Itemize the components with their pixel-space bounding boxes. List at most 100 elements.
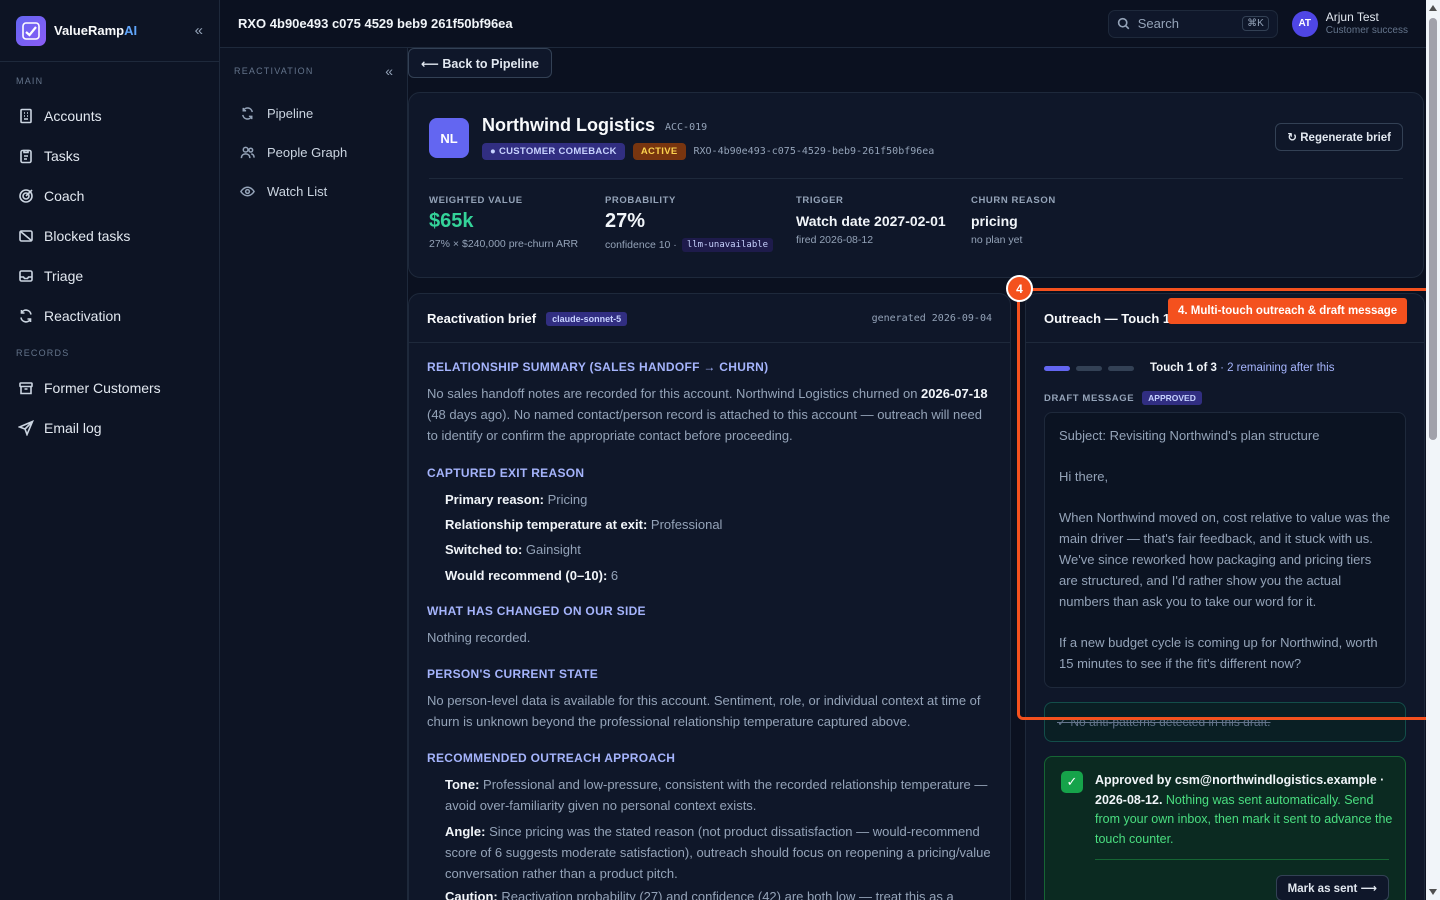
nav-accounts[interactable]: Accounts: [0, 96, 219, 136]
sub-nav-pipeline[interactable]: Pipeline: [220, 94, 407, 133]
main-section-label: MAIN: [16, 76, 44, 86]
nav-label: Reactivation: [44, 308, 122, 324]
avatar[interactable]: AT: [1291, 10, 1318, 37]
scroll-down-icon[interactable]: [1429, 889, 1437, 895]
nav-former-customers[interactable]: Former Customers: [0, 368, 219, 408]
refresh-icon: [18, 308, 34, 324]
search-shortcut: ⌘K: [1242, 16, 1269, 31]
nav-label: Triage: [44, 268, 84, 284]
search-icon: [1117, 17, 1130, 30]
archive-icon: [18, 380, 34, 396]
sub-nav-label: Watch List: [267, 184, 328, 199]
exit-reason-item: Would recommend (0–10): 6: [445, 568, 619, 583]
nav-tasks[interactable]: Tasks: [0, 136, 219, 176]
collapse-sidebar-icon[interactable]: «: [195, 22, 203, 39]
nav-label: Tasks: [44, 148, 80, 164]
section-heading: RELATIONSHIP SUMMARY (SALES HANDOFF → CH…: [427, 360, 769, 374]
account-header-card: NL Northwind Logistics ACC-019 ● CUSTOME…: [408, 92, 1424, 278]
user-role: Customer success: [1325, 24, 1408, 36]
draft-message[interactable]: Subject: Revisiting Northwind's plan str…: [1044, 412, 1406, 688]
send-icon: [18, 420, 34, 436]
nav-label: Blocked tasks: [44, 228, 131, 244]
touch-segment: [1076, 365, 1102, 371]
llm-status-tag: llm-unavailable: [681, 238, 774, 252]
approval-notice: ✓ Approved by csm@northwindlogistics.exa…: [1044, 756, 1406, 900]
exit-reason-item: Relationship temperature at exit: Profes…: [445, 517, 723, 532]
nav-reactivation[interactable]: Reactivation: [0, 296, 219, 336]
annotation-number: 4: [1006, 275, 1033, 302]
collapse-subsidebar-icon[interactable]: «: [385, 63, 393, 79]
nav-coach[interactable]: Coach: [0, 176, 219, 216]
comeback-badge: ● CUSTOMER COMEBACK: [482, 143, 625, 160]
user-menu[interactable]: AT Arjun Test Customer success: [1291, 9, 1408, 37]
check-icon: ✓: [1061, 771, 1083, 793]
annotation-label: 4. Multi-touch outreach & draft message: [1168, 298, 1408, 324]
scroll-up-icon[interactable]: [1429, 5, 1437, 11]
logo-icon[interactable]: [16, 15, 46, 46]
model-tag: claude-sonnet-5: [546, 311, 628, 326]
regenerate-brief-button[interactable]: ↻ Regenerate brief: [1275, 123, 1403, 151]
inbox-icon: [18, 268, 34, 284]
refresh-icon: [242, 107, 253, 120]
approach-item: Caution: Reactivation probability (27) a…: [445, 889, 954, 900]
page-title: RXO 4b90e493 c075 4529 beb9 261f50bf96ea: [238, 16, 513, 31]
building-icon: [18, 108, 34, 124]
touch-counter: Touch 1 of 3 · 2 remaining after this: [1150, 362, 1335, 374]
section-heading: CAPTURED EXIT REASON: [427, 466, 585, 480]
account-id: ACC-019: [665, 122, 708, 133]
draft-label: DRAFT MESSAGE: [1044, 392, 1135, 404]
nav-label: Accounts: [44, 108, 102, 124]
exit-reason-item: Primary reason: Pricing: [445, 492, 588, 507]
exit-reason-item: Switched to: Gainsight: [445, 542, 581, 557]
person-state-text: No person-level data is available for th…: [427, 693, 981, 729]
status-badge: ACTIVE: [632, 143, 686, 160]
relationship-summary: No sales handoff notes are recorded for …: [427, 386, 988, 443]
people-icon: [240, 146, 255, 159]
nav-triage[interactable]: Triage: [0, 256, 219, 296]
metric-probability: PROBABILITY 27% confidence 10 · llm-unava…: [605, 195, 774, 252]
records-section-label: RECORDS: [16, 348, 70, 358]
divider: [429, 178, 1403, 179]
brand-name: ValueRampAI: [54, 23, 138, 38]
reactivation-sidebar: REACTIVATION « Pipeline People Graph Wat…: [220, 48, 408, 900]
brand: ValueRampAI «: [0, 0, 219, 62]
back-to-pipeline-button[interactable]: ⟵ Back to Pipeline: [408, 48, 552, 78]
clipboard-icon: [18, 148, 34, 164]
draft-body: If a new budget cycle is coming up for N…: [1059, 635, 1378, 671]
approach-item: Tone: Professional and low-pressure, con…: [445, 777, 988, 813]
sub-nav-watch-list[interactable]: Watch List: [220, 172, 407, 211]
generated-date: generated 2026-09-04: [871, 313, 992, 324]
search-input[interactable]: Search ⌘K: [1107, 9, 1278, 38]
nav-email-log[interactable]: Email log: [0, 408, 219, 448]
approach-item: Angle: Since pricing was the stated reas…: [445, 824, 991, 881]
draft-greeting: Hi there,: [1059, 469, 1109, 484]
outreach-title: Outreach — Touch 1: [1044, 311, 1171, 326]
target-icon: [18, 188, 34, 204]
account-name: Northwind Logistics: [482, 115, 655, 135]
scrollbar[interactable]: [1426, 0, 1440, 900]
scroll-thumb[interactable]: [1429, 18, 1437, 440]
draft-subject: Subject: Revisiting Northwind's plan str…: [1059, 428, 1320, 443]
nav-label: Email log: [44, 420, 102, 436]
sub-nav-people-graph[interactable]: People Graph: [220, 133, 407, 172]
approval-text: Approved by csm@northwindlogistics.examp…: [1095, 773, 1393, 846]
nav-label: Coach: [44, 188, 85, 204]
section-heading: RECOMMENDED OUTREACH APPROACH: [427, 751, 676, 765]
account-avatar: NL: [429, 118, 469, 158]
nav-blocked-tasks[interactable]: Blocked tasks: [0, 216, 219, 256]
eye-icon: [240, 186, 255, 197]
metric-churn-reason: CHURN REASON pricing no plan yet: [971, 195, 1056, 246]
blocked-icon: [18, 228, 34, 244]
sub-nav-label: Pipeline: [267, 106, 314, 121]
mark-as-sent-button[interactable]: Mark as sent ⟶: [1275, 875, 1389, 900]
search-placeholder: Search: [1137, 16, 1179, 31]
reactivation-section-label: REACTIVATION: [234, 66, 314, 76]
section-heading: WHAT HAS CHANGED ON OUR SIDE: [427, 604, 646, 618]
outreach-card: Outreach — Touch 1 Touch 1 of 3 · 2 rema…: [1025, 293, 1425, 900]
draft-body: When Northwind moved on, cost relative t…: [1059, 510, 1390, 609]
approved-badge: APPROVED: [1142, 391, 1202, 405]
user-name: Arjun Test: [1325, 9, 1379, 24]
touch-segment: [1108, 365, 1134, 371]
changes-text: Nothing recorded.: [427, 630, 531, 645]
touch-segment: [1044, 365, 1070, 371]
